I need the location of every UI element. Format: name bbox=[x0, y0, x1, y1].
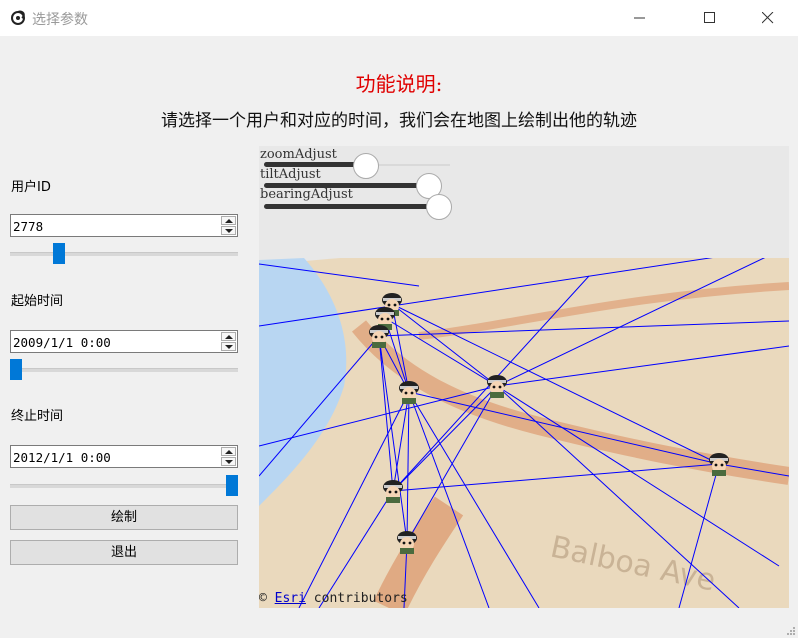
end-time-spinbox[interactable]: 2012/1/1 0:00 bbox=[10, 445, 238, 468]
user-id-down-button[interactable] bbox=[221, 226, 236, 235]
draw-button[interactable]: 绘制 bbox=[10, 505, 238, 530]
map-view[interactable]: Balboa Ave bbox=[259, 146, 789, 608]
bearing-adjust-label: bearingAdjust bbox=[260, 187, 353, 202]
leaf-swirl-icon bbox=[11, 10, 25, 25]
user-id-value: 2778 bbox=[13, 219, 44, 234]
start-time-slider[interactable] bbox=[10, 359, 238, 381]
maximize-button[interactable] bbox=[687, 0, 733, 36]
map-canvas[interactable]: Balboa Ave bbox=[259, 146, 789, 608]
ninja-marker-icon bbox=[487, 375, 507, 398]
minimize-icon bbox=[634, 17, 645, 19]
down-arrow-icon bbox=[225, 345, 233, 349]
user-id-spinbox[interactable]: 2778 bbox=[10, 214, 238, 237]
ninja-marker-icon bbox=[399, 381, 419, 404]
ninja-marker-icon bbox=[709, 453, 729, 476]
attribution-prefix: © bbox=[259, 591, 267, 606]
resize-grip-icon[interactable] bbox=[786, 626, 796, 636]
slider-handle[interactable] bbox=[226, 475, 238, 496]
esri-link[interactable]: Esri bbox=[275, 591, 306, 606]
user-id-slider[interactable] bbox=[10, 243, 238, 265]
slider-groove bbox=[10, 252, 238, 256]
attribution-suffix: contributors bbox=[313, 591, 408, 606]
slider-handle[interactable] bbox=[53, 243, 66, 264]
slider-groove bbox=[10, 368, 238, 372]
close-icon bbox=[762, 12, 774, 24]
map-attribution: © Esri contributors bbox=[259, 591, 408, 606]
bearing-adjust-knob[interactable] bbox=[426, 194, 452, 220]
page-description: 请选择一个用户和对应的时间，我们会在地图上绘制出他的轨迹 bbox=[161, 111, 637, 131]
start-time-label: 起始时间 bbox=[11, 294, 64, 309]
ninja-marker-icon bbox=[383, 480, 403, 503]
minimize-button[interactable] bbox=[617, 0, 663, 36]
down-arrow-icon bbox=[225, 460, 233, 464]
end-time-up-button[interactable] bbox=[221, 447, 236, 456]
tilt-adjust-label: tiltAdjust bbox=[260, 167, 321, 182]
end-time-down-button[interactable] bbox=[221, 457, 236, 466]
start-time-up-button[interactable] bbox=[221, 332, 236, 341]
start-time-value: 2009/1/1 0:00 bbox=[13, 335, 111, 350]
maximize-icon bbox=[704, 12, 715, 23]
start-time-down-button[interactable] bbox=[221, 342, 236, 351]
end-time-slider[interactable] bbox=[10, 475, 238, 497]
ninja-marker-icon bbox=[369, 325, 389, 348]
start-time-spinbox[interactable]: 2009/1/1 0:00 bbox=[10, 330, 238, 353]
up-arrow-icon bbox=[225, 219, 233, 223]
slider-handle[interactable] bbox=[10, 359, 22, 380]
bearing-adjust-fill bbox=[264, 204, 440, 209]
title-bar: 选择参数 bbox=[0, 0, 798, 36]
ninja-marker-icon bbox=[397, 531, 417, 554]
user-id-up-button[interactable] bbox=[221, 216, 236, 225]
end-time-value: 2012/1/1 0:00 bbox=[13, 450, 111, 465]
up-arrow-icon bbox=[225, 335, 233, 339]
user-id-label: 用户ID bbox=[11, 180, 51, 195]
end-time-label: 终止时间 bbox=[11, 409, 64, 424]
page-heading: 功能说明: bbox=[355, 72, 443, 96]
close-button[interactable] bbox=[745, 0, 791, 36]
zoom-adjust-label: zoomAdjust bbox=[260, 147, 337, 162]
down-arrow-icon bbox=[225, 229, 233, 233]
exit-button[interactable]: 退出 bbox=[10, 540, 238, 565]
window-title: 选择参数 bbox=[32, 12, 88, 28]
slider-groove bbox=[10, 484, 238, 488]
zoom-adjust-knob[interactable] bbox=[353, 153, 379, 179]
up-arrow-icon bbox=[225, 450, 233, 454]
